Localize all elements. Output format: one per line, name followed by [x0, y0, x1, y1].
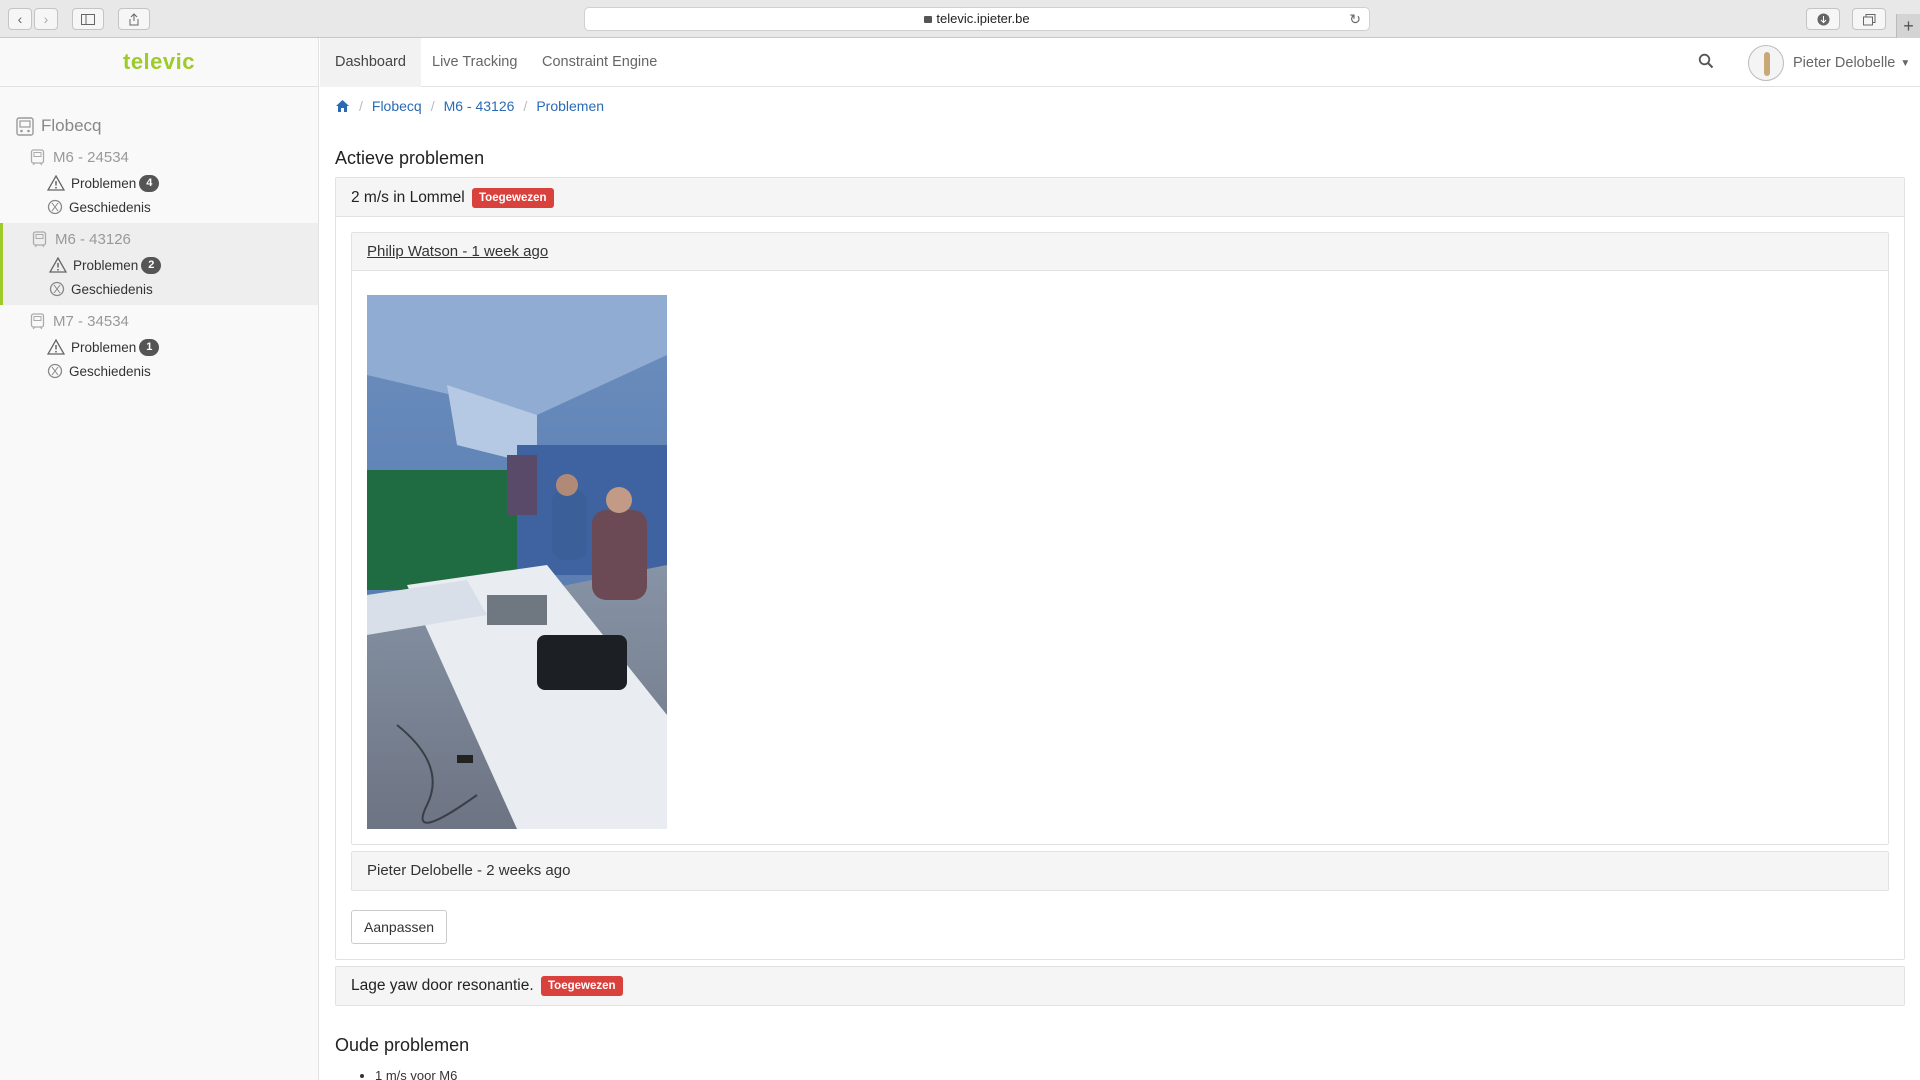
problems-count-badge: 1: [139, 338, 160, 356]
comment-card-collapsed: Pieter Delobelle - 2 weeks ago: [351, 851, 1889, 891]
breadcrumb-separator: /: [523, 98, 528, 114]
office-photo: [367, 295, 667, 829]
vehicle-group: M6 - 24534 Problemen 4 Geschiedenis: [0, 141, 318, 223]
edit-button[interactable]: Aanpassen: [351, 910, 448, 944]
status-badge: Toegewezen: [541, 976, 623, 996]
history-label: Geschiedenis: [71, 281, 153, 297]
back-button[interactable]: ‹: [8, 8, 32, 30]
brand-logo[interactable]: televic: [0, 38, 318, 87]
list-item[interactable]: 1 m/s voor M6: [375, 1068, 1905, 1080]
sidebar-item-vehicle[interactable]: M6 - 24534: [0, 143, 318, 171]
old-problems-heading: Oude problemen: [335, 1035, 470, 1055]
breadcrumb-separator: /: [430, 98, 435, 114]
sidebar-item-problems[interactable]: Problemen 4: [0, 171, 318, 195]
sidebar: televic Flobecq M6 - 24534 Problemen 4 G…: [0, 38, 319, 1080]
sidebar-item-vehicle[interactable]: M7 - 34534: [0, 307, 318, 335]
tabs-icon: [1862, 14, 1875, 26]
vehicle-label: M7 - 34534: [53, 312, 129, 330]
nav-live-tracking[interactable]: Live Tracking: [417, 38, 532, 87]
comment-header[interactable]: Pieter Delobelle - 2 weeks ago: [352, 852, 1888, 890]
history-icon: [47, 199, 63, 215]
problem-header[interactable]: Lage yaw door resonantie. Toegewezen: [336, 967, 1904, 1005]
avatar: [1748, 45, 1784, 81]
sidebar-toggle-button[interactable]: [72, 8, 104, 30]
breadcrumb-separator: /: [359, 98, 363, 114]
sidebar-item-history[interactable]: Geschiedenis: [0, 195, 318, 219]
breadcrumb-vehicle[interactable]: M6 - 43126: [444, 98, 515, 114]
tabs-overview-button[interactable]: [1852, 8, 1886, 30]
history-icon: [47, 363, 63, 379]
warning-icon: [47, 339, 65, 355]
root-label: Flobecq: [41, 116, 102, 135]
main-content: / Flobecq / M6 - 43126 / Problemen Actie…: [335, 87, 1905, 1080]
user-menu[interactable]: Pieter Delobelle ▼: [1748, 44, 1910, 82]
home-icon[interactable]: [335, 99, 350, 113]
sidebar-item-history[interactable]: Geschiedenis: [0, 359, 318, 383]
history-label: Geschiedenis: [69, 199, 151, 215]
history-icon: [49, 281, 65, 297]
train-icon: [30, 148, 45, 165]
comment-photo[interactable]: [367, 295, 667, 829]
breadcrumb-problems[interactable]: Problemen: [536, 98, 604, 114]
new-tab-button[interactable]: +: [1896, 14, 1920, 38]
status-badge: Toegewezen: [472, 188, 554, 208]
comment-card: Philip Watson - 1 week ago: [351, 232, 1889, 845]
problems-count-badge: 4: [139, 174, 160, 192]
user-name: Pieter Delobelle: [1793, 55, 1896, 71]
url-text: televic.ipieter.be: [936, 11, 1030, 26]
lock-icon: [924, 16, 933, 23]
sidebar-item-history[interactable]: Geschiedenis: [3, 277, 318, 301]
sidebar-item-vehicle[interactable]: M6 - 43126: [3, 225, 318, 253]
browser-toolbar: ‹ › televic.ipieter.be ↻ +: [0, 0, 1920, 38]
problem-header[interactable]: 2 m/s in Lommel Toegewezen: [336, 178, 1904, 217]
downloads-button[interactable]: [1806, 8, 1840, 30]
sidebar-item-problems[interactable]: Problemen 2: [3, 253, 318, 277]
building-icon: [16, 117, 34, 136]
download-icon: [1817, 13, 1829, 26]
comment-header-link[interactable]: Philip Watson - 1 week ago: [352, 233, 1888, 271]
vehicle-group-active: M6 - 43126 Problemen 2 Geschiedenis: [0, 223, 318, 305]
top-navbar: Dashboard Live Tracking Constraint Engin…: [320, 38, 1920, 87]
vehicle-group: M7 - 34534 Problemen 1 Geschiedenis: [0, 305, 318, 387]
fleet-tree: Flobecq M6 - 24534 Problemen 4 Geschiede…: [0, 87, 318, 387]
problems-label: Problemen: [71, 175, 137, 191]
sidebar-icon: [81, 14, 95, 25]
breadcrumb: / Flobecq / M6 - 43126 / Problemen: [335, 87, 1905, 125]
forward-button[interactable]: ›: [34, 8, 58, 30]
caret-down-icon: ▼: [1900, 57, 1911, 69]
train-icon: [30, 312, 45, 329]
nav-dashboard[interactable]: Dashboard: [320, 38, 421, 87]
vehicle-label: M6 - 24534: [53, 148, 129, 166]
reload-icon[interactable]: ↻: [1349, 8, 1361, 30]
problem-panel: 2 m/s in Lommel Toegewezen Philip Watson…: [335, 177, 1905, 960]
share-button[interactable]: [118, 8, 150, 30]
warning-icon: [47, 175, 65, 191]
vehicle-label: M6 - 43126: [55, 230, 131, 248]
problems-label: Problemen: [73, 257, 139, 273]
active-problems-heading: Actieve problemen: [335, 148, 485, 168]
problems-count-badge: 2: [141, 256, 162, 274]
problem-panel: Lage yaw door resonantie. Toegewezen: [335, 966, 1905, 1006]
share-icon: [129, 13, 139, 26]
history-label: Geschiedenis: [69, 363, 151, 379]
train-icon: [32, 230, 47, 247]
problem-body: Philip Watson - 1 week ago Pieter Delobe…: [336, 217, 1904, 959]
problem-title: 2 m/s in Lommel: [351, 189, 465, 206]
breadcrumb-flobecq[interactable]: Flobecq: [372, 98, 422, 114]
comment-body: [352, 271, 1888, 844]
problem-title: Lage yaw door resonantie.: [351, 977, 534, 994]
sidebar-item-flobecq[interactable]: Flobecq: [0, 111, 318, 141]
address-bar[interactable]: televic.ipieter.be ↻: [584, 7, 1370, 31]
warning-icon: [49, 257, 67, 273]
problems-label: Problemen: [71, 339, 137, 355]
search-icon[interactable]: [1698, 53, 1714, 73]
sidebar-item-problems[interactable]: Problemen 1: [0, 335, 318, 359]
old-problems-list: 1 m/s voor M6: [335, 1068, 1905, 1080]
nav-constraint-engine[interactable]: Constraint Engine: [527, 38, 672, 87]
